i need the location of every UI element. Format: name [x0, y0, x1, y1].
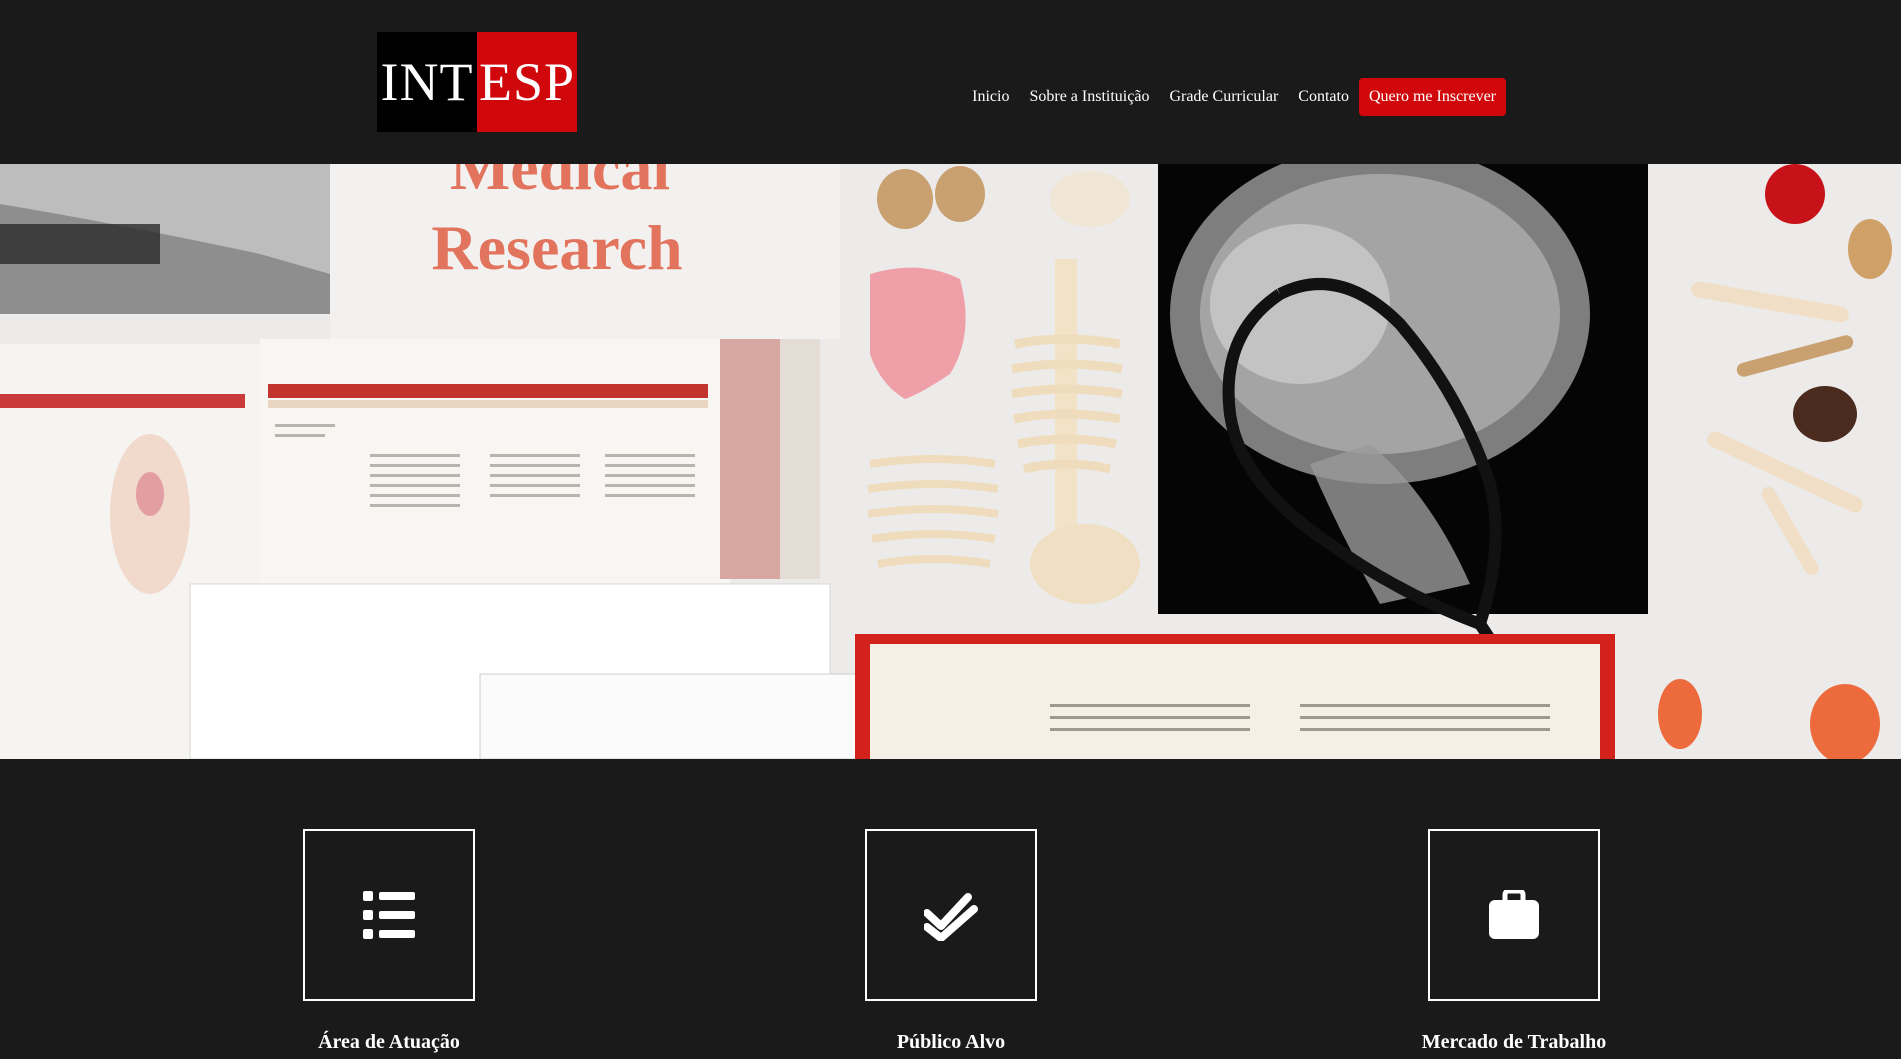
features-section: Área de Atuação Público Alvo Mercado de … [0, 759, 1901, 1059]
feature-icon-box[interactable] [865, 829, 1037, 1001]
feature-icon-box[interactable] [1428, 829, 1600, 1001]
main-nav: Inicio Sobre a Instituição Grade Curricu… [952, 78, 1506, 116]
feature-title: Mercado de Trabalho [1421, 1031, 1607, 1053]
logo-right-block: ESP [477, 32, 577, 132]
feature-icon-box[interactable] [303, 829, 475, 1001]
logo-right-text: ESP [478, 52, 576, 112]
list-icon [363, 891, 415, 939]
logo-left-text: INT [380, 52, 474, 112]
nav-link-grade[interactable]: Grade Curricular [1169, 88, 1278, 106]
hero-text-medical: Medical [450, 164, 670, 203]
hero-banner-image: Medical Research [0, 164, 1901, 759]
double-check-icon [924, 893, 978, 941]
site-logo[interactable]: INT ESP [377, 32, 577, 132]
hero-illustration: Medical Research [0, 164, 1901, 759]
hero-text-research: Research [431, 212, 682, 283]
logo-left-block: INT [377, 32, 477, 132]
feature-mercado-de-trabalho: Mercado de Trabalho [1364, 829, 1664, 1054]
feature-area-de-atuacao: Área de Atuação [239, 829, 539, 1054]
nav-link-sobre[interactable]: Sobre a Instituição [1029, 88, 1149, 106]
site-header: INT ESP Inicio Sobre a Instituição Grade… [0, 0, 1901, 164]
feature-publico-alvo: Público Alvo [801, 829, 1101, 1054]
briefcase-icon [1489, 890, 1539, 939]
enroll-button[interactable]: Quero me Inscrever [1358, 78, 1506, 116]
nav-link-inicio[interactable]: Inicio [972, 88, 1009, 106]
nav-link-contato[interactable]: Contato [1298, 88, 1349, 106]
feature-title: Área de Atuação [318, 1031, 460, 1053]
feature-title: Público Alvo [896, 1031, 1006, 1053]
